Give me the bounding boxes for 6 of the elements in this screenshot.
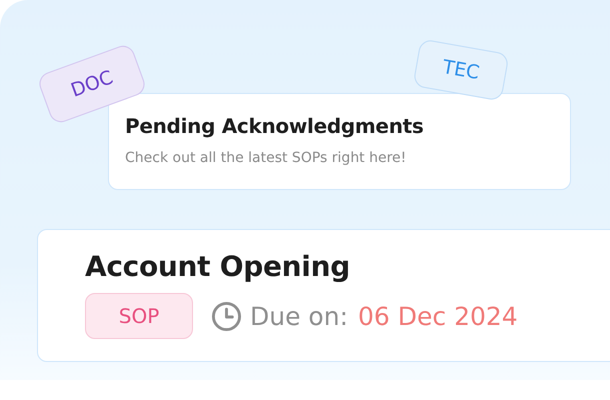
due-label: Due on: xyxy=(250,302,348,330)
sop-tag: SOP xyxy=(85,293,193,339)
clock-icon xyxy=(211,300,242,332)
due-date: 06 Dec 2024 xyxy=(358,302,518,330)
notice-subtitle: Check out all the latest SOPs right here! xyxy=(125,150,408,166)
task-title: Account Opening xyxy=(85,250,351,283)
